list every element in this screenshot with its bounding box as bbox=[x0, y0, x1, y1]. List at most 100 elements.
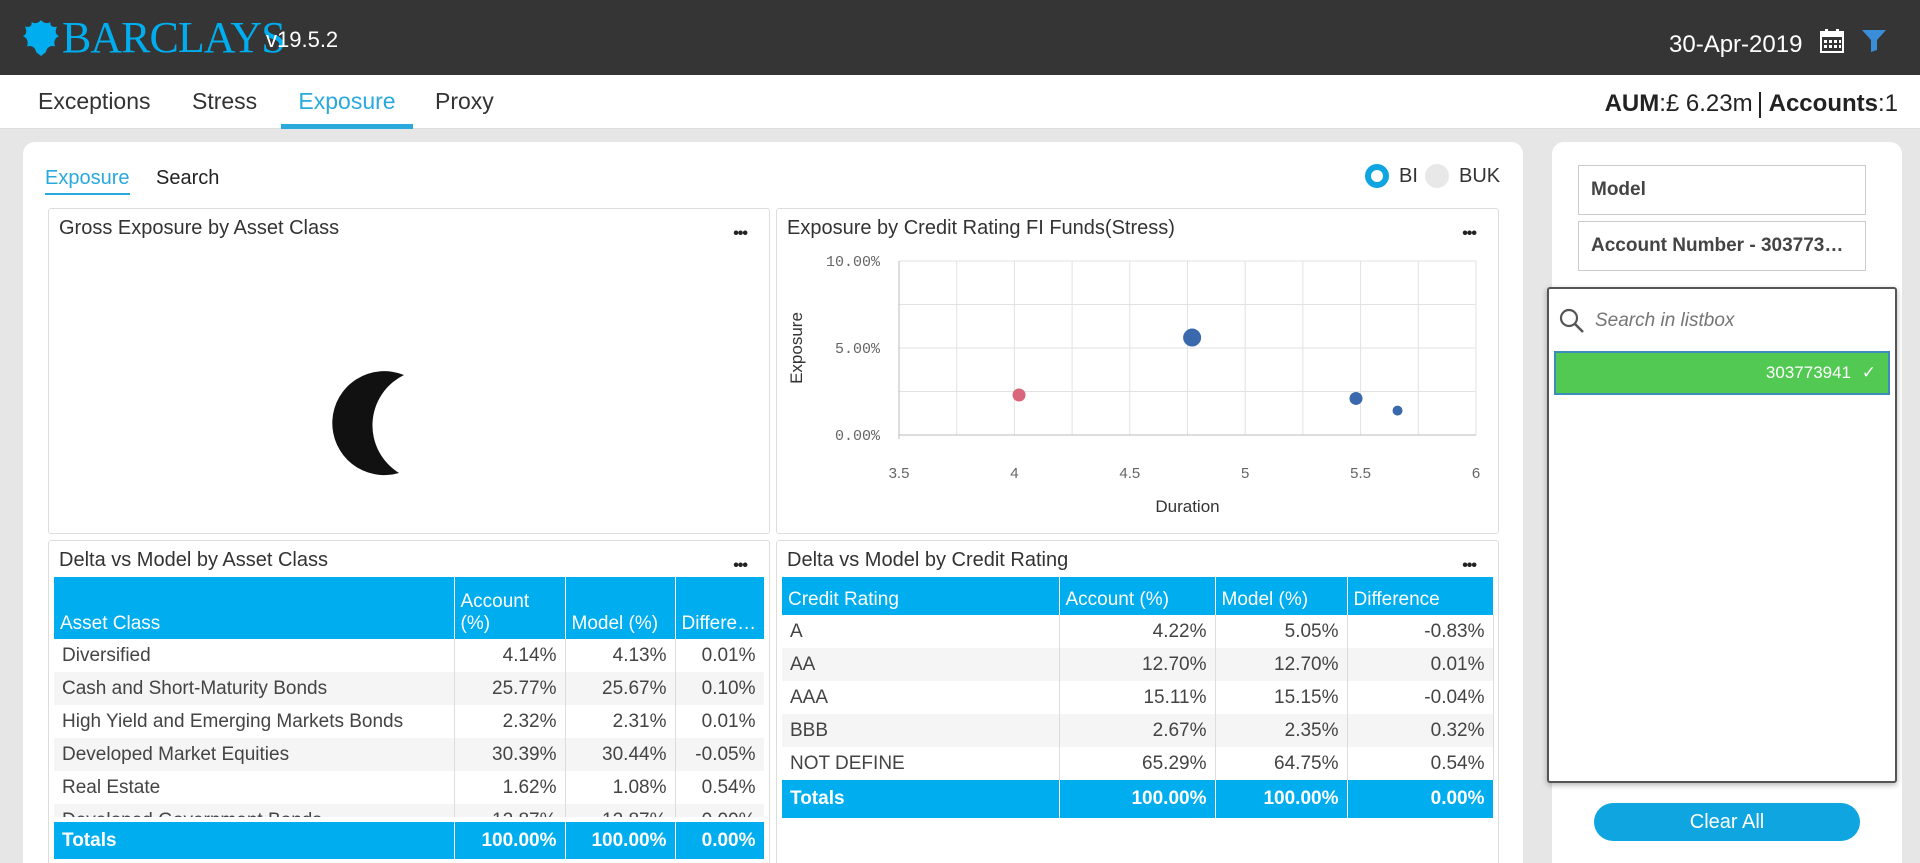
asset-totals: Totals 100.00% 100.00% 0.00% bbox=[54, 822, 765, 859]
asset-class-cell: High Yield and Emerging Markets Bonds bbox=[54, 705, 455, 738]
rating-cell: AA bbox=[782, 648, 1060, 681]
account-number-filter[interactable]: Account Number - 303773941 bbox=[1578, 221, 1866, 271]
card-title: Delta vs Model by Asset Class bbox=[59, 549, 328, 571]
listbox-item-label: 303773941 bbox=[1765, 363, 1852, 382]
asset-class-cell: Developed Government Bonds bbox=[54, 804, 455, 817]
model-cell: 2.31% bbox=[565, 705, 676, 738]
rating-cell: BBB bbox=[782, 714, 1060, 747]
asset-class-cell: Developed Market Equities bbox=[54, 738, 455, 771]
difference-cell: -0.83% bbox=[1347, 615, 1494, 648]
scatter-chart: 3.5 4 4.5 5 5.5 6 0.00% 5.00% 10.00% Duration Expo… bbox=[787, 254, 1480, 516]
radio-selected-indicator bbox=[1365, 164, 1389, 188]
more-menu-icon[interactable]: ••• bbox=[733, 225, 748, 243]
difference-cell: 0.01% bbox=[675, 639, 764, 672]
tab-exceptions[interactable]: Exceptions bbox=[28, 75, 161, 129]
accounts-label: Accounts bbox=[1768, 90, 1878, 117]
listbox-item-selected[interactable]: 303773941 ✓ bbox=[1554, 351, 1890, 395]
column-header[interactable]: Asset Class bbox=[54, 577, 455, 639]
difference-cell: 0.10% bbox=[675, 672, 764, 705]
asset-table-scroll[interactable]: Asset Class Account (%) Model (%) Differ… bbox=[54, 577, 764, 817]
table-row[interactable]: Diversified 4.14% 4.13% 0.01% bbox=[54, 639, 764, 672]
totals-model: 100.00% bbox=[565, 822, 676, 859]
table-row[interactable]: AAA 15.11% 15.15% -0.04% bbox=[782, 681, 1494, 714]
barclays-logo[interactable]: BARCLAYS bbox=[22, 14, 286, 62]
column-header[interactable]: Difference bbox=[1347, 577, 1494, 615]
scatter-point bbox=[1012, 388, 1026, 402]
x-tick-label: 5.5 bbox=[1350, 465, 1371, 482]
more-menu-icon[interactable]: ••• bbox=[733, 557, 748, 575]
filter-icon[interactable] bbox=[1862, 30, 1886, 52]
y-tick-label: 0.00% bbox=[835, 428, 881, 445]
card-title: Delta vs Model by Credit Rating bbox=[787, 549, 1069, 571]
column-header[interactable]: Model (%) bbox=[1215, 577, 1348, 615]
calendar-icon[interactable] bbox=[1820, 29, 1844, 53]
totals-row: Totals 100.00% 100.00% 0.00% bbox=[782, 780, 1494, 818]
asset-table: Asset Class Account (%) Model (%) Differ… bbox=[54, 577, 764, 817]
column-header[interactable]: Account (%) bbox=[1059, 577, 1216, 615]
credit-rating-chart-card: Exposure by Credit Rating FI Funds(Stres… bbox=[776, 208, 1499, 534]
radio-buk[interactable]: BUK bbox=[1425, 164, 1500, 188]
model-cell: 12.70% bbox=[1215, 648, 1348, 681]
column-header[interactable]: Model (%) bbox=[565, 577, 676, 639]
card-title: Gross Exposure by Asset Class bbox=[59, 217, 340, 239]
table-row[interactable]: AA 12.70% 12.70% 0.01% bbox=[782, 648, 1494, 681]
main-panel: Exposure Search BI BUK Gross Exposure by… bbox=[23, 142, 1523, 863]
credit-table: Credit Rating Account (%) Model (%) Diff… bbox=[782, 577, 1494, 818]
x-axis-label: Duration bbox=[1155, 497, 1219, 516]
model-cell: 25.67% bbox=[565, 672, 676, 705]
aum-value: :£ 6.23m bbox=[1659, 90, 1753, 117]
totals-model: 100.00% bbox=[1215, 780, 1348, 818]
totals-account: 100.00% bbox=[1059, 780, 1216, 818]
aum-summary: AUM:£ 6.23m Accounts:1 bbox=[1605, 90, 1898, 118]
y-tick-label: 5.00% bbox=[835, 341, 881, 358]
radio-unselected-indicator bbox=[1425, 164, 1449, 188]
radio-bi[interactable]: BI bbox=[1365, 164, 1418, 188]
scatter-point bbox=[1349, 391, 1363, 405]
account-cell: 65.29% bbox=[1059, 747, 1216, 780]
radio-buk-label: BUK bbox=[1459, 164, 1501, 187]
tab-proxy[interactable]: Proxy bbox=[425, 75, 504, 129]
asset-class-cell: Real Estate bbox=[54, 771, 455, 804]
table-row[interactable]: Cash and Short-Maturity Bonds 25.77% 25.… bbox=[54, 672, 764, 705]
tab-stress[interactable]: Stress bbox=[182, 75, 267, 129]
difference-cell: 0.54% bbox=[1347, 747, 1494, 780]
scatter-point bbox=[1392, 405, 1403, 416]
column-header[interactable]: Account (%) bbox=[454, 577, 566, 639]
rating-cell: AAA bbox=[782, 681, 1060, 714]
table-row[interactable]: BBB 2.67% 2.35% 0.32% bbox=[782, 714, 1494, 747]
listbox-search[interactable] bbox=[1559, 301, 1879, 341]
table-row[interactable]: NOT DEFINE 65.29% 64.75% 0.54% bbox=[782, 747, 1494, 780]
table-row[interactable]: Developed Market Equities 30.39% 30.44% … bbox=[54, 738, 764, 771]
rating-cell: A bbox=[782, 615, 1060, 648]
column-header[interactable]: Credit Rating bbox=[782, 577, 1060, 615]
y-tick-label: 10.00% bbox=[826, 254, 881, 271]
x-tick-label: 4.5 bbox=[1119, 465, 1140, 482]
subtab-exposure[interactable]: Exposure bbox=[45, 167, 130, 195]
table-row[interactable]: Developed Government Bonds 12.87% 12.87%… bbox=[54, 804, 764, 817]
tab-exposure[interactable]: Exposure bbox=[281, 75, 413, 129]
scatter-point bbox=[1183, 328, 1202, 347]
difference-cell: -0.05% bbox=[675, 738, 764, 771]
subtab-search[interactable]: Search bbox=[156, 167, 219, 193]
model-filter[interactable]: Model bbox=[1578, 165, 1866, 215]
table-row[interactable]: Real Estate 1.62% 1.08% 0.54% bbox=[54, 771, 764, 804]
clear-all-button[interactable]: Clear All bbox=[1594, 803, 1860, 841]
y-axis-label: Exposure bbox=[787, 312, 806, 384]
table-row[interactable]: High Yield and Emerging Markets Bonds 2.… bbox=[54, 705, 764, 738]
rating-cell: NOT DEFINE bbox=[782, 747, 1060, 780]
table-row[interactable]: A 4.22% 5.05% -0.83% bbox=[782, 615, 1494, 648]
asset-totals-table: Totals 100.00% 100.00% 0.00% bbox=[54, 822, 765, 859]
main-nav: Exceptions Stress Exposure Proxy AUM:£ 6… bbox=[0, 75, 1920, 129]
column-header[interactable]: Difference bbox=[675, 577, 764, 639]
model-cell: 5.05% bbox=[1215, 615, 1348, 648]
listbox-search-input[interactable] bbox=[1595, 310, 1865, 332]
model-cell: 15.15% bbox=[1215, 681, 1348, 714]
more-menu-icon[interactable]: ••• bbox=[1462, 557, 1477, 575]
checkmark-icon: ✓ bbox=[1861, 363, 1876, 382]
difference-cell: -0.04% bbox=[1347, 681, 1494, 714]
aum-label: AUM bbox=[1604, 90, 1660, 117]
totals-account: 100.00% bbox=[454, 822, 566, 859]
account-cell: 12.87% bbox=[454, 804, 566, 817]
gross-exposure-card: Gross Exposure by Asset Class ••• bbox=[48, 208, 770, 534]
loading-spinner bbox=[332, 371, 404, 476]
